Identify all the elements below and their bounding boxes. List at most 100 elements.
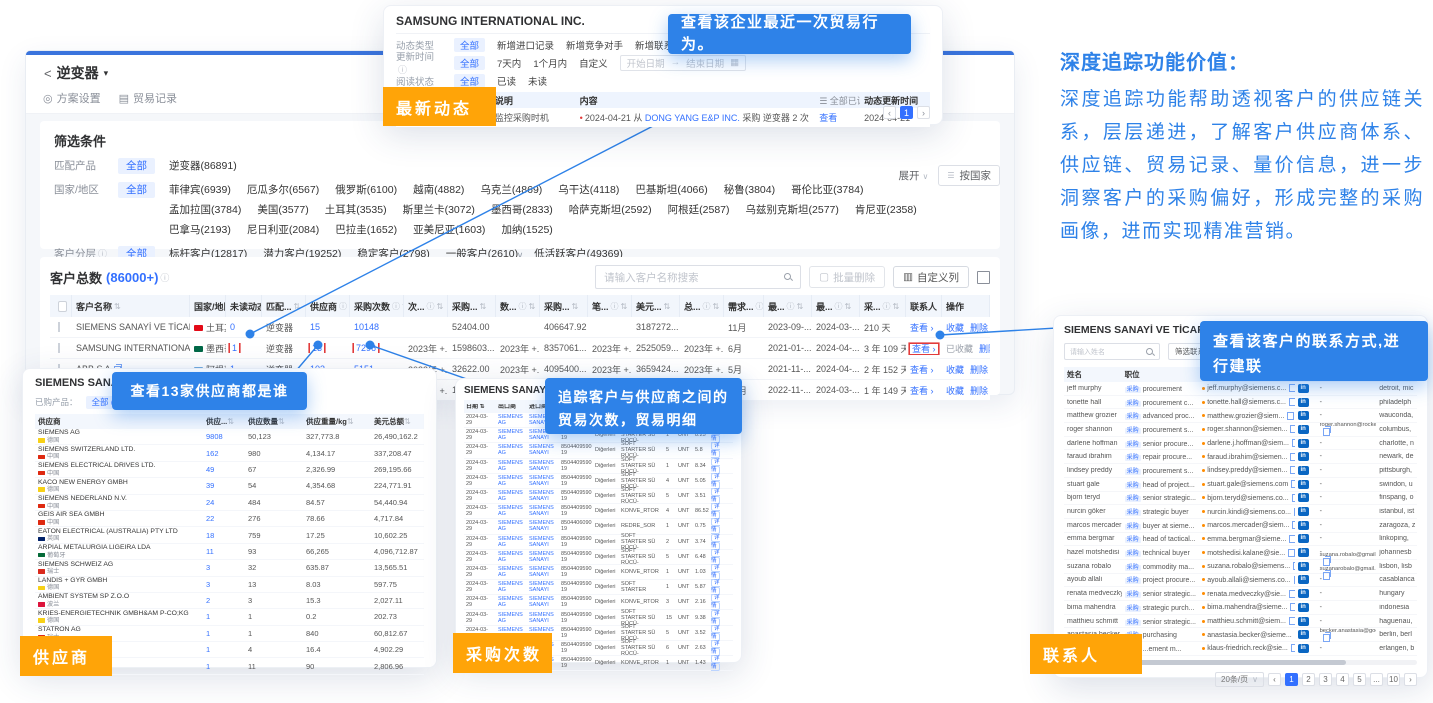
filter-item[interactable]: 美国(3577) — [257, 202, 308, 218]
news-filter-option[interactable]: 已读 — [497, 74, 516, 88]
sort-icon[interactable]: ⇅ — [713, 302, 720, 311]
sort-icon[interactable]: ⇅ — [404, 417, 411, 426]
linkedin-icon[interactable]: in — [1298, 466, 1309, 475]
page-4-button[interactable]: 4 — [1336, 673, 1349, 686]
page-size-select[interactable]: 20条/页∨ — [1215, 672, 1264, 687]
delete-link[interactable]: 删除 — [970, 384, 988, 397]
column-header[interactable]: 采购...⇅ — [540, 295, 588, 317]
sort-icon[interactable]: ⇅ — [664, 302, 671, 311]
copy-icon[interactable] — [1288, 549, 1295, 557]
page-...-button[interactable]: ... — [1370, 673, 1383, 686]
copy-icon[interactable] — [1294, 576, 1295, 584]
filter-all-chip[interactable]: 全部 — [118, 158, 155, 174]
date-range-input[interactable]: 开始日期→结束日期▦ — [620, 55, 747, 71]
filter-all-chip[interactable]: 全部 — [118, 182, 155, 198]
filter-item[interactable]: 哈萨克斯坦(2592) — [569, 202, 652, 218]
filter-item[interactable]: 越南(4882) — [413, 182, 464, 198]
column-header[interactable]: 笔...ⓘ⇅ — [588, 295, 632, 317]
column-header[interactable]: 国家/地区 — [190, 295, 226, 317]
custom-columns-button[interactable]: ▥自定义列 — [893, 266, 969, 288]
detail-link[interactable]: 详情 — [711, 625, 720, 641]
column-header[interactable]: 联系人 — [906, 295, 942, 317]
checkbox-icon[interactable] — [58, 322, 60, 332]
column-header[interactable]: 采购...⇅ — [448, 295, 496, 317]
filter-item[interactable]: 斯里兰卡(3072) — [403, 202, 475, 218]
sort-icon[interactable]: ⇅ — [845, 302, 852, 311]
page-1-button[interactable]: 1 — [900, 106, 913, 119]
sort-icon[interactable]: ⇅ — [227, 417, 234, 426]
supply-times-link[interactable]: 3 — [203, 563, 245, 572]
checkbox-icon[interactable] — [58, 343, 60, 353]
linkedin-icon[interactable]: in — [1298, 452, 1309, 461]
copy-icon[interactable] — [1292, 439, 1295, 447]
filter-item[interactable]: 巴拿马(2193) — [169, 222, 231, 238]
column-header[interactable]: 采...ⓘ⇅ — [860, 295, 906, 317]
copy-icon[interactable] — [1290, 425, 1294, 433]
news-view-link[interactable]: 查看 — [815, 111, 860, 124]
detail-link[interactable]: 详情 — [711, 458, 720, 474]
linkedin-icon[interactable]: in — [1298, 562, 1309, 571]
news-filter-option[interactable]: 新增竞争对手 — [566, 38, 623, 52]
page-5-button[interactable]: 5 — [1353, 673, 1366, 686]
filter-item[interactable]: 墨西哥(2833) — [491, 202, 553, 218]
copy-icon[interactable] — [1290, 466, 1294, 474]
sort-icon[interactable]: ⇅ — [572, 302, 579, 311]
column-header[interactable]: 操作 — [942, 295, 990, 317]
news-filter-option[interactable]: 自定义 — [579, 56, 608, 70]
detail-link[interactable]: 详情 — [711, 442, 720, 458]
news-filter-option[interactable]: 新增进口记录 — [497, 38, 554, 52]
copy-icon[interactable] — [1293, 562, 1294, 570]
sort-icon[interactable]: ⇅ — [437, 302, 444, 311]
sort-icon[interactable]: ⇅ — [621, 302, 628, 311]
filter-item[interactable]: 阿根廷(2587) — [668, 202, 730, 218]
news-filter-option[interactable]: 全部 — [454, 56, 485, 70]
copy-icon[interactable] — [1291, 480, 1294, 488]
supplier-column-header[interactable]: 美元总额⇅ — [371, 416, 424, 427]
linkedin-icon[interactable]: in — [1298, 439, 1309, 448]
copy-icon[interactable] — [1289, 384, 1294, 392]
column-header[interactable]: 供应商ⓘ⇅ — [306, 295, 350, 317]
supply-times-link[interactable]: 2 — [203, 596, 245, 605]
filter-item[interactable]: 肯尼亚(2358) — [855, 202, 917, 218]
filter-item[interactable]: 巴基斯坦(4066) — [635, 182, 707, 198]
view-contacts-link[interactable]: 查看 › — [910, 323, 934, 333]
copy-icon[interactable] — [1290, 453, 1294, 461]
batch-delete-button[interactable]: ▢批量删除 — [809, 266, 885, 288]
filter-item[interactable]: 逆变器(86891) — [169, 158, 237, 174]
column-header[interactable]: 需求...ⓘ — [724, 295, 764, 317]
news-filter-option[interactable]: 全部 — [454, 38, 485, 52]
view-contacts-link[interactable]: 查看 › — [910, 386, 934, 396]
copy-icon[interactable] — [1323, 634, 1330, 642]
column-header[interactable]: 匹配...⇅ — [262, 295, 306, 317]
supply-times-link[interactable]: 11 — [203, 547, 245, 556]
column-header[interactable]: 总...ⓘ⇅ — [680, 295, 724, 317]
detail-link[interactable]: 详情 — [711, 503, 720, 519]
expand-toggle[interactable]: 展开 ∨ — [899, 168, 929, 183]
supply-times-link[interactable]: 1 — [203, 662, 245, 671]
supplier-column-header[interactable]: 供应数量⇅ — [245, 416, 303, 427]
row-checkbox[interactable] — [50, 322, 72, 332]
detail-link[interactable]: 详情 — [711, 579, 720, 595]
sort-icon[interactable]: ⇅ — [529, 302, 536, 311]
contact-search-input[interactable]: 请输入姓名 — [1064, 343, 1160, 360]
supply-times-link[interactable]: 22 — [203, 514, 245, 523]
column-header[interactable]: 次...ⓘ⇅ — [404, 295, 448, 317]
linkedin-icon[interactable]: in — [1298, 575, 1309, 584]
filter-item[interactable]: 加纳(1525) — [501, 222, 552, 238]
detail-link[interactable]: 详情 — [711, 534, 720, 550]
filter-item[interactable]: 俄罗斯(6100) — [335, 182, 397, 198]
linkedin-icon[interactable]: in — [1298, 411, 1309, 420]
filter-item[interactable]: 厄瓜多尔(6567) — [247, 182, 319, 198]
supplier-column-header[interactable]: 供应商 — [35, 416, 203, 427]
supply-times-link[interactable]: 9808 — [203, 432, 245, 441]
page-1-button[interactable]: 1 — [1285, 673, 1298, 686]
copy-icon[interactable] — [1323, 428, 1330, 436]
supply-times-link[interactable]: 162 — [203, 449, 245, 458]
filter-item[interactable]: 尼日利亚(2084) — [247, 222, 319, 238]
sort-icon[interactable]: ⇅ — [294, 302, 301, 311]
fullscreen-icon[interactable] — [977, 271, 990, 284]
linkedin-icon[interactable]: in — [1298, 589, 1309, 598]
supplier-column-header[interactable]: 供应重量/kg⇅ — [303, 416, 371, 427]
supply-times-link[interactable]: 49 — [203, 465, 245, 474]
linkedin-icon[interactable]: in — [1298, 384, 1309, 393]
